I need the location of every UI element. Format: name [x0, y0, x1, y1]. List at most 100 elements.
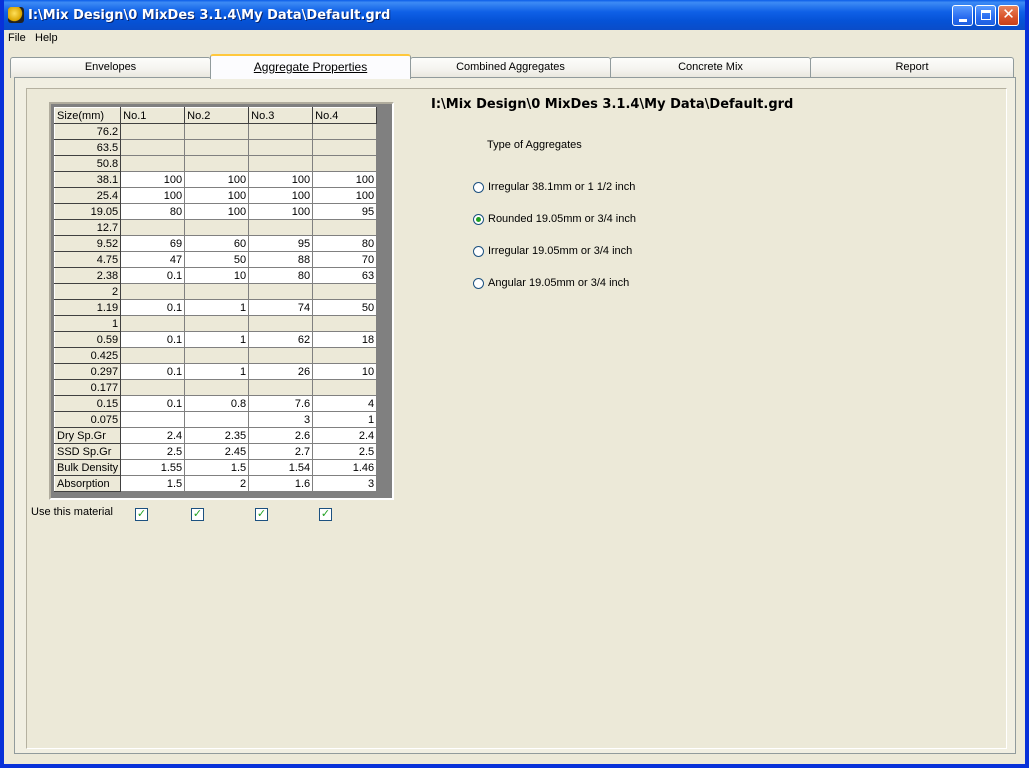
grid-cell[interactable]	[120, 347, 186, 364]
grid-cell[interactable]: 1	[184, 299, 250, 316]
tab-envelopes[interactable]: Envelopes	[10, 57, 211, 78]
grid-cell[interactable]	[120, 379, 186, 396]
grid-cell[interactable]: 0.1	[120, 363, 186, 380]
grid-cell[interactable]: 50	[184, 251, 250, 268]
grid-cell[interactable]	[184, 347, 250, 364]
grid-cell[interactable]: 1.5	[184, 459, 250, 476]
maximize-button[interactable]	[975, 5, 996, 26]
grid-cell[interactable]: 4	[312, 395, 378, 412]
grid-cell[interactable]: 100	[120, 171, 186, 188]
grid-cell[interactable]	[184, 315, 250, 332]
grid-cell[interactable]	[248, 155, 314, 172]
app-icon[interactable]	[8, 7, 24, 23]
tab-aggregate-properties[interactable]: Aggregate Properties	[210, 54, 411, 79]
grid-column-header[interactable]: No.1	[120, 107, 186, 124]
menu-file[interactable]: File	[8, 32, 26, 44]
grid-cell[interactable]: 2.7	[248, 443, 314, 460]
grid-cell[interactable]: 95	[248, 235, 314, 252]
grid-cell[interactable]: 1	[184, 331, 250, 348]
grid-cell[interactable]	[184, 139, 250, 156]
grid-cell[interactable]: 18	[312, 331, 378, 348]
grid-cell[interactable]	[120, 123, 186, 140]
title-bar[interactable]: I:\Mix Design\0 MixDes 3.1.4\My Data\Def…	[4, 0, 1025, 30]
grid-cell[interactable]	[312, 139, 378, 156]
menu-help[interactable]: Help	[35, 32, 58, 44]
grid-cell[interactable]: 10	[312, 363, 378, 380]
grid-cell[interactable]: 2.45	[184, 443, 250, 460]
grid-cell[interactable]	[184, 379, 250, 396]
grid-cell[interactable]: 100	[248, 203, 314, 220]
grid-cell[interactable]: 60	[184, 235, 250, 252]
grid-cell[interactable]: 1.55	[120, 459, 186, 476]
grid-cell[interactable]	[248, 347, 314, 364]
grid-cell[interactable]: 62	[248, 331, 314, 348]
grid-cell[interactable]: 100	[312, 187, 378, 204]
grid-cell[interactable]: 2.4	[312, 427, 378, 444]
grid-cell[interactable]	[312, 315, 378, 332]
tab-concrete-mix[interactable]: Concrete Mix	[610, 57, 811, 78]
grid-cell[interactable]: 100	[312, 171, 378, 188]
grid-cell[interactable]	[184, 123, 250, 140]
grid-cell[interactable]: 100	[184, 203, 250, 220]
grid-cell[interactable]	[312, 155, 378, 172]
use-material-checkbox-2[interactable]: ✓	[191, 508, 204, 521]
grid-cell[interactable]: 2.6	[248, 427, 314, 444]
grid-cell[interactable]: 80	[120, 203, 186, 220]
grid-cell[interactable]: 2.5	[312, 443, 378, 460]
grid-cell[interactable]: 1.5	[120, 475, 186, 492]
tab-report[interactable]: Report	[810, 57, 1014, 78]
grid-cell[interactable]: 1.54	[248, 459, 314, 476]
grid-cell[interactable]	[120, 315, 186, 332]
grid-cell[interactable]: 26	[248, 363, 314, 380]
grid-cell[interactable]: 0.8	[184, 395, 250, 412]
radio-irregular-19-button[interactable]	[473, 246, 484, 257]
grid-cell[interactable]: 70	[312, 251, 378, 268]
grid-cell[interactable]	[248, 219, 314, 236]
grid-cell[interactable]: 7.6	[248, 395, 314, 412]
grid-cell[interactable]: 0.1	[120, 299, 186, 316]
grid-cell[interactable]	[120, 139, 186, 156]
grid-cell[interactable]: 1	[184, 363, 250, 380]
grid-cell[interactable]: 88	[248, 251, 314, 268]
grid-cell[interactable]	[120, 155, 186, 172]
grid-cell[interactable]	[312, 283, 378, 300]
grid-cell[interactable]	[120, 283, 186, 300]
grid-cell[interactable]: 100	[184, 187, 250, 204]
minimize-button[interactable]	[952, 5, 973, 26]
grid-column-header[interactable]: No.4	[312, 107, 378, 124]
grid-cell[interactable]: 2.5	[120, 443, 186, 460]
grid-cell[interactable]	[312, 379, 378, 396]
grid-cell[interactable]	[184, 155, 250, 172]
grid-cell[interactable]: 80	[312, 235, 378, 252]
grid-cell[interactable]: 0.1	[120, 331, 186, 348]
grid-cell[interactable]: 100	[248, 187, 314, 204]
grid-cell[interactable]: 1.46	[312, 459, 378, 476]
grid-cell[interactable]: 2.4	[120, 427, 186, 444]
grid-cell[interactable]	[312, 347, 378, 364]
grid-cell[interactable]	[184, 411, 250, 428]
radio-irregular-38-button[interactable]	[473, 182, 484, 193]
grid-cell[interactable]: 0.1	[120, 267, 186, 284]
grid-cell[interactable]	[184, 219, 250, 236]
grid-cell[interactable]	[184, 283, 250, 300]
grid-cell[interactable]: 47	[120, 251, 186, 268]
use-material-checkbox-1[interactable]: ✓	[135, 508, 148, 521]
grid-cell[interactable]: 95	[312, 203, 378, 220]
radio-angular-19-button[interactable]	[473, 278, 484, 289]
grid-cell[interactable]: 100	[248, 171, 314, 188]
grid-cell[interactable]	[248, 283, 314, 300]
close-button[interactable]: ✕	[998, 5, 1019, 26]
grid-cell[interactable]	[248, 315, 314, 332]
grid-cell[interactable]	[312, 219, 378, 236]
grid-column-header[interactable]: No.2	[184, 107, 250, 124]
grid-column-header[interactable]: No.3	[248, 107, 314, 124]
use-material-checkbox-3[interactable]: ✓	[255, 508, 268, 521]
grid-cell[interactable]: 80	[248, 267, 314, 284]
grid-cell[interactable]: 10	[184, 267, 250, 284]
tab-combined-aggregates[interactable]: Combined Aggregates	[410, 57, 611, 78]
grid-cell[interactable]: 100	[184, 171, 250, 188]
grid-cell[interactable]: 2	[184, 475, 250, 492]
grid-cell[interactable]: 0.1	[120, 395, 186, 412]
grid-cell[interactable]	[248, 139, 314, 156]
grid-cell[interactable]: 2.35	[184, 427, 250, 444]
